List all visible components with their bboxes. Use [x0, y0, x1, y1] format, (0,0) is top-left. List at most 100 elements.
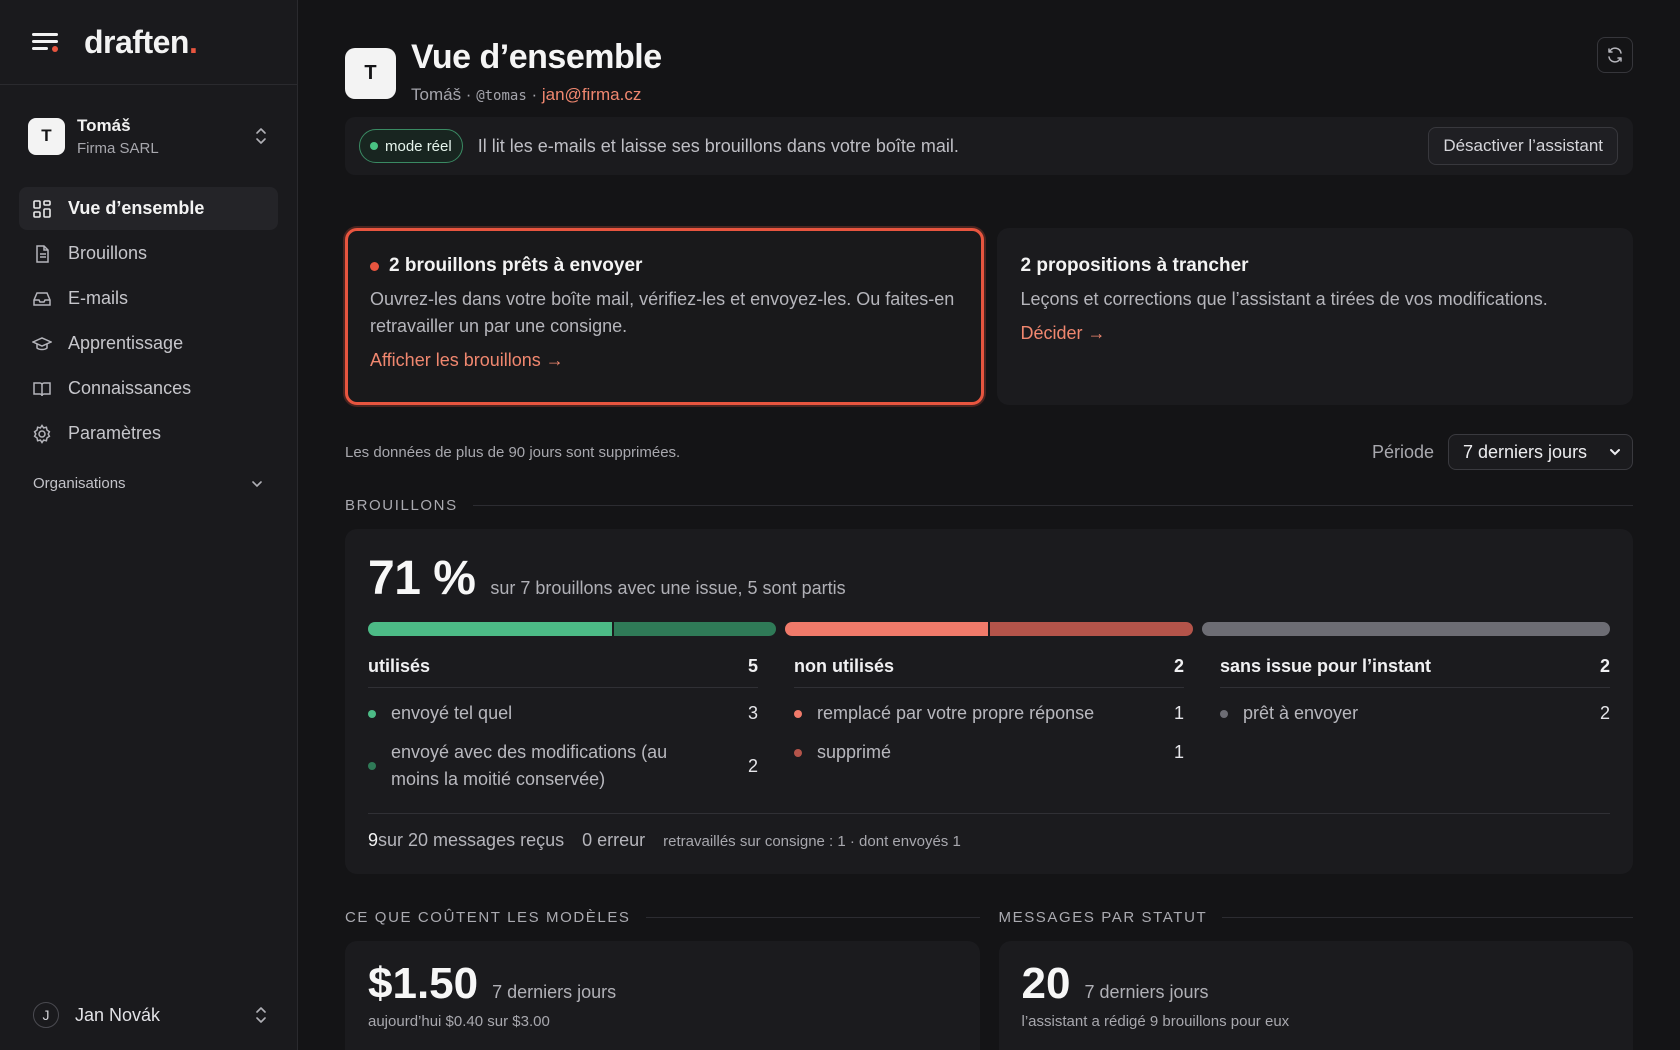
account-name: Tomáš — [77, 115, 131, 135]
item-value: 2 — [747, 755, 758, 776]
item-value: 3 — [747, 703, 758, 723]
group-count: 2 — [1599, 656, 1610, 676]
show-drafts-link[interactable]: Afficher les brouillons → — [370, 350, 959, 371]
book-icon — [33, 381, 51, 396]
brand-header: draften. — [0, 0, 297, 85]
period-select[interactable]: 7 derniers jours — [1448, 434, 1633, 470]
item-label: envoyé avec des modifications (au moins … — [391, 742, 668, 789]
sidebar-item-label: Vue d’ensemble — [68, 198, 205, 218]
received-text: sur 20 messages reçus — [378, 830, 565, 850]
bar-group-unused — [785, 622, 1193, 636]
graduation-cap-icon — [32, 336, 52, 350]
action-cards: 2 brouillons prêts à envoyer Ouvrez-les … — [345, 228, 1633, 405]
profile-subtitle: Tomáš · @tomas · jan@firma.cz — [411, 85, 662, 105]
dashboard-icon — [33, 199, 51, 218]
legend-dot-icon — [794, 748, 802, 757]
period-select-value: 7 derniers jours — [1463, 441, 1588, 462]
section-label-costs: CE QUE COÛTENT LES MODÈLES — [345, 909, 980, 926]
alert-dot-icon — [370, 261, 379, 271]
retention-note: Les données de plus de 90 jours sont sup… — [345, 443, 681, 461]
sidebar-item-learning[interactable]: Apprentissage — [19, 322, 278, 365]
account-avatar: T — [28, 117, 65, 155]
list-item: supprimé 1 — [794, 739, 1184, 766]
list-item: prêt à envoyer 2 — [1220, 700, 1610, 727]
bar-segment — [613, 622, 776, 636]
cost-value: $1.50 — [368, 959, 479, 1008]
chevron-updown-icon — [256, 128, 266, 144]
separator: · — [526, 85, 542, 104]
bar-segment — [1202, 622, 1610, 636]
gear-icon — [33, 423, 51, 444]
user-menu[interactable]: J Jan Novák — [33, 1002, 269, 1028]
period-label: Période — [1371, 441, 1434, 462]
drafts-panel-footer: 9 sur 20 messages reçus 0 erreur retrava… — [368, 813, 1610, 851]
section-label-statuses: MESSAGES PAR STATUT — [999, 909, 1634, 926]
section-label-drafts: BROUILLONS — [345, 497, 1633, 514]
legend-dot-icon — [1220, 709, 1228, 718]
sidebar-nav: Vue d’ensemble Brouillons E-mails Appren… — [0, 187, 297, 455]
item-value: 1 — [1173, 742, 1184, 762]
legend-dot-icon — [368, 762, 376, 770]
item-label: envoyé tel quel — [391, 703, 513, 723]
period-row: Les données de plus de 90 jours sont sup… — [345, 434, 1633, 470]
sidebar-item-overview[interactable]: Vue d’ensemble — [19, 187, 278, 230]
reworked-stats: retravaillés sur consigne : 1 · dont env… — [663, 833, 961, 850]
bar-group-used — [368, 622, 776, 636]
sidebar: draften. T Tomáš Firma SARL Vue d’ensemb… — [0, 0, 298, 1050]
status-dot-icon — [370, 142, 378, 150]
bar-segment — [368, 622, 612, 636]
sidebar-item-label: Brouillons — [68, 243, 148, 263]
menu-icon[interactable] — [32, 31, 60, 53]
list-item: envoyé avec des modifications (au moins … — [368, 739, 758, 793]
usage-rate: 71 % — [368, 552, 476, 605]
user-avatar: J — [33, 1002, 59, 1028]
main-content: T Vue d’ensemble Tomáš · @tomas · jan@fi… — [345, 0, 1633, 1050]
messages-status-section: MESSAGES PAR STATUT 20 7 derniers jours l… — [998, 882, 1634, 1050]
refresh-icon — [1608, 47, 1622, 63]
list-item: envoyé tel quel 3 — [368, 700, 758, 727]
messages-sub: l’assistant a rédigé 9 brouillons pour e… — [1021, 1013, 1290, 1030]
sidebar-item-label: E-mails — [68, 288, 129, 308]
sidebar-item-label: Paramètres — [68, 423, 162, 443]
card-body: Ouvrez-les dans votre boîte mail, vérifi… — [370, 289, 955, 336]
user-name: Jan Novák — [75, 1004, 161, 1025]
mode-badge-label: mode réel — [385, 137, 452, 155]
outcome-bars — [368, 622, 1610, 636]
item-label: prêt à envoyer — [1243, 703, 1359, 723]
sidebar-item-label: Apprentissage — [68, 333, 184, 353]
profile-email-link[interactable]: jan@firma.cz — [542, 85, 641, 104]
sidebar-item-settings[interactable]: Paramètres — [19, 412, 278, 455]
model-costs-section: CE QUE COÛTENT LES MODÈLES $1.50 7 dernie… — [345, 882, 980, 1050]
usage-rate-desc: sur 7 brouillons avec une issue, 5 sont … — [490, 578, 846, 598]
drafts-ready-card[interactable]: 2 brouillons prêts à envoyer Ouvrez-les … — [345, 228, 984, 405]
outcome-column-used: utilisés 5 envoyé tel quel 3 envoyé avec … — [368, 656, 758, 793]
messages-status-panel: 20 7 derniers jours l’assistant a rédigé … — [998, 941, 1633, 1050]
sidebar-item-emails[interactable]: E-mails — [19, 277, 278, 320]
inbox-icon — [33, 291, 51, 306]
profile-avatar: T — [345, 48, 396, 99]
bar-group-pending — [1202, 622, 1610, 636]
page-title: Vue d’ensemble — [411, 38, 662, 76]
organisations-toggle[interactable]: Organisations — [0, 475, 297, 492]
account-switcher[interactable]: T Tomáš Firma SARL — [0, 85, 297, 187]
sidebar-item-label: Connaissances — [68, 378, 192, 398]
proposals-card[interactable]: 2 propositions à trancher Leçons et corr… — [996, 228, 1633, 405]
cost-period: 7 derniers jours — [492, 982, 617, 1002]
assistant-status-banner: mode réel Il lit les e-mails et laisse s… — [345, 117, 1633, 175]
deactivate-assistant-button[interactable]: Désactiver l’assistant — [1428, 127, 1618, 165]
banner-text: Il lit les e-mails et laisse ses brouill… — [477, 135, 959, 156]
decide-link[interactable]: Décider → — [1021, 323, 1610, 344]
cost-sub: aujourd’hui $0.40 sur $3.00 — [368, 1013, 550, 1030]
list-item: remplacé par votre propre réponse 1 — [794, 700, 1184, 727]
bottom-sections: CE QUE COÛTENT LES MODÈLES $1.50 7 dernie… — [345, 882, 1633, 1050]
organisations-label: Organisations — [33, 475, 126, 492]
brand-logo[interactable]: draften. — [84, 24, 198, 61]
sidebar-item-knowledge[interactable]: Connaissances — [19, 367, 278, 410]
refresh-button[interactable] — [1597, 37, 1633, 73]
group-title: sans issue pour l’instant — [1220, 656, 1432, 676]
outcome-breakdown: utilisés 5 envoyé tel quel 3 envoyé avec … — [368, 656, 1610, 793]
model-costs-panel: $1.50 7 derniers jours aujourd’hui $0.40 … — [345, 941, 980, 1050]
legend-dot-icon — [794, 709, 802, 718]
received-count: 9 — [368, 830, 379, 850]
sidebar-item-drafts[interactable]: Brouillons — [19, 232, 278, 275]
